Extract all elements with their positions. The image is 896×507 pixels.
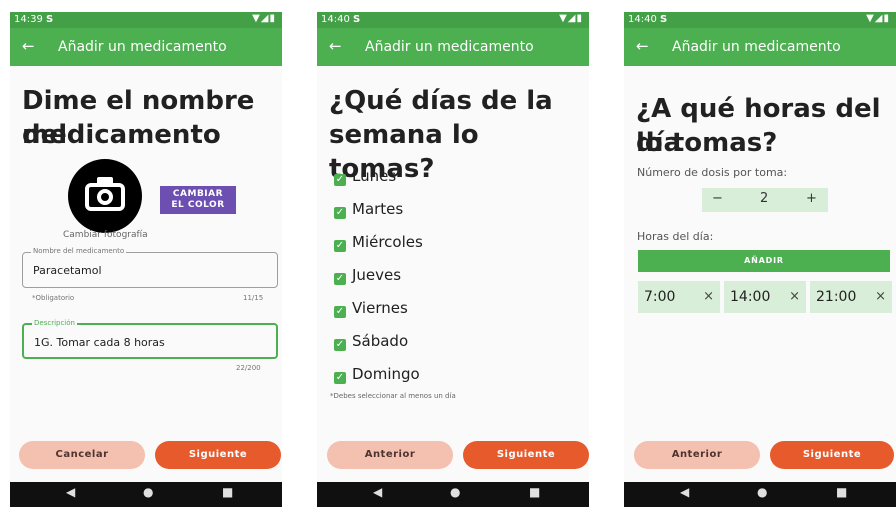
nav-back-icon[interactable]: ◀ (373, 485, 382, 499)
status-icons: ▼◢▮ (252, 13, 276, 24)
time-chip-label: 14:00 (730, 289, 771, 305)
nav-home-icon[interactable]: ● (450, 485, 460, 499)
camera-lens (97, 189, 113, 205)
name-field[interactable]: Nombre del medicamento Paracetamol (22, 247, 278, 288)
screen-medication-name: 14:39 S ▼◢▮ ← Añadir un medicamento Dime… (10, 12, 282, 507)
nav-recents-icon[interactable]: ■ (836, 485, 847, 499)
checkbox-checked-icon[interactable]: ✓ (334, 372, 346, 384)
nav-back-icon[interactable]: ◀ (680, 485, 689, 499)
day-checkbox-viernes[interactable]: ✓ Viernes (334, 298, 408, 318)
previous-button[interactable]: Anterior (327, 441, 453, 469)
checkbox-checked-icon[interactable]: ✓ (334, 207, 346, 219)
change-color-label-1: CAMBIAR (172, 189, 224, 199)
app-bar: ← Añadir un medicamento (624, 28, 896, 66)
time-chip-label: 7:00 (644, 289, 676, 305)
status-time: 14:40 (628, 14, 657, 25)
day-label: Domingo (352, 365, 420, 383)
status-time: 14:40 (321, 14, 350, 25)
days-note: *Debes seleccionar al menos un día (330, 392, 456, 400)
checkbox-checked-icon[interactable]: ✓ (334, 273, 346, 285)
remove-time-icon[interactable]: × (789, 281, 800, 313)
day-label: Martes (352, 200, 404, 218)
doses-label: Número de dosis por toma: (637, 166, 788, 179)
doses-value: 2 (760, 191, 769, 206)
app-bar-title: Añadir un medicamento (365, 39, 534, 55)
page-title-line2: medicamento (22, 120, 221, 150)
day-label: Lunes (352, 167, 397, 185)
hours-label: Horas del día: (637, 230, 714, 243)
system-nav-bar: ◀ ● ■ (10, 482, 282, 507)
back-arrow-icon[interactable]: ← (329, 37, 342, 55)
system-nav-bar: ◀ ● ■ (624, 482, 896, 507)
previous-button[interactable]: Anterior (634, 441, 760, 469)
change-color-button[interactable]: CAMBIAR EL COLOR (160, 186, 236, 214)
description-field-value: 1G. Tomar cada 8 horas (34, 336, 165, 349)
page-title-line2: lo tomas? (636, 128, 778, 158)
next-button[interactable]: Siguiente (770, 441, 894, 469)
next-button[interactable]: Siguiente (155, 441, 281, 469)
name-counter: 11/15 (243, 294, 264, 302)
doses-stepper: − 2 + (702, 188, 828, 212)
day-checkbox-jueves[interactable]: ✓ Jueves (334, 265, 401, 285)
app-bar: ← Añadir un medicamento (10, 28, 282, 66)
system-nav-bar: ◀ ● ■ (317, 482, 589, 507)
status-icons: ▼◢▮ (866, 13, 890, 24)
description-field-label: Descripción (32, 319, 77, 327)
checkbox-checked-icon[interactable]: ✓ (334, 339, 346, 351)
name-field-label: Nombre del medicamento (31, 247, 127, 255)
time-chip-label: 21:00 (816, 289, 857, 305)
nav-home-icon[interactable]: ● (143, 485, 153, 499)
time-chip[interactable]: 14:00 × (724, 281, 806, 313)
page-title-line1: ¿Qué días de la (329, 86, 553, 116)
nav-back-icon[interactable]: ◀ (66, 485, 75, 499)
day-checkbox-miercoles[interactable]: ✓ Miércoles (334, 232, 423, 252)
description-counter: 22/200 (236, 364, 261, 372)
cancel-button[interactable]: Cancelar (19, 441, 145, 469)
notification-icon: S (660, 14, 668, 25)
day-checkbox-sabado[interactable]: ✓ Sábado (334, 331, 408, 351)
nav-recents-icon[interactable]: ■ (222, 485, 233, 499)
status-bar: 14:39 S ▼◢▮ (10, 12, 282, 28)
status-bar: 14:40 S ▼◢▮ (317, 12, 589, 28)
status-time: 14:39 (14, 14, 43, 25)
day-checkbox-domingo[interactable]: ✓ Domingo (334, 364, 420, 384)
notification-icon: S (353, 14, 361, 25)
change-color-label-2: EL COLOR (171, 200, 225, 210)
checkbox-checked-icon[interactable]: ✓ (334, 240, 346, 252)
day-label: Jueves (352, 266, 402, 284)
app-bar: ← Añadir un medicamento (317, 28, 589, 66)
day-label: Miércoles (352, 233, 423, 251)
screen-hours: 14:40 S ▼◢▮ ← Añadir un medicamento ¿A q… (624, 12, 896, 507)
remove-time-icon[interactable]: × (703, 281, 714, 313)
day-label: Sábado (352, 332, 409, 350)
decrement-button[interactable]: − (712, 191, 723, 206)
day-checkbox-lunes[interactable]: ✓ Lunes (334, 166, 396, 186)
nav-home-icon[interactable]: ● (757, 485, 767, 499)
time-chip[interactable]: 7:00 × (638, 281, 720, 313)
app-bar-title: Añadir un medicamento (58, 39, 227, 55)
checkbox-checked-icon[interactable]: ✓ (334, 174, 346, 186)
time-chip[interactable]: 21:00 × (810, 281, 892, 313)
next-button[interactable]: Siguiente (463, 441, 589, 469)
camera-icon[interactable] (68, 159, 142, 233)
increment-button[interactable]: + (806, 191, 817, 206)
app-bar-title: Añadir un medicamento (672, 39, 841, 55)
remove-time-icon[interactable]: × (875, 281, 886, 313)
status-icons: ▼◢▮ (559, 13, 583, 24)
checkbox-checked-icon[interactable]: ✓ (334, 306, 346, 318)
back-arrow-icon[interactable]: ← (22, 37, 35, 55)
description-field[interactable]: Descripción 1G. Tomar cada 8 horas (22, 319, 278, 359)
required-helper: *Obligatorio (32, 294, 75, 302)
status-bar: 14:40 S ▼◢▮ (624, 12, 896, 28)
nav-recents-icon[interactable]: ■ (529, 485, 540, 499)
back-arrow-icon[interactable]: ← (636, 37, 649, 55)
day-label: Viernes (352, 299, 408, 317)
name-field-value: Paracetamol (33, 264, 102, 277)
screen-days: 14:40 S ▼◢▮ ← Añadir un medicamento ¿Qué… (317, 12, 589, 507)
change-photo-label[interactable]: Cambiar fotografía (63, 230, 148, 240)
add-hour-button[interactable]: AÑADIR (638, 250, 890, 272)
notification-icon: S (46, 14, 54, 25)
day-checkbox-martes[interactable]: ✓ Martes (334, 199, 403, 219)
